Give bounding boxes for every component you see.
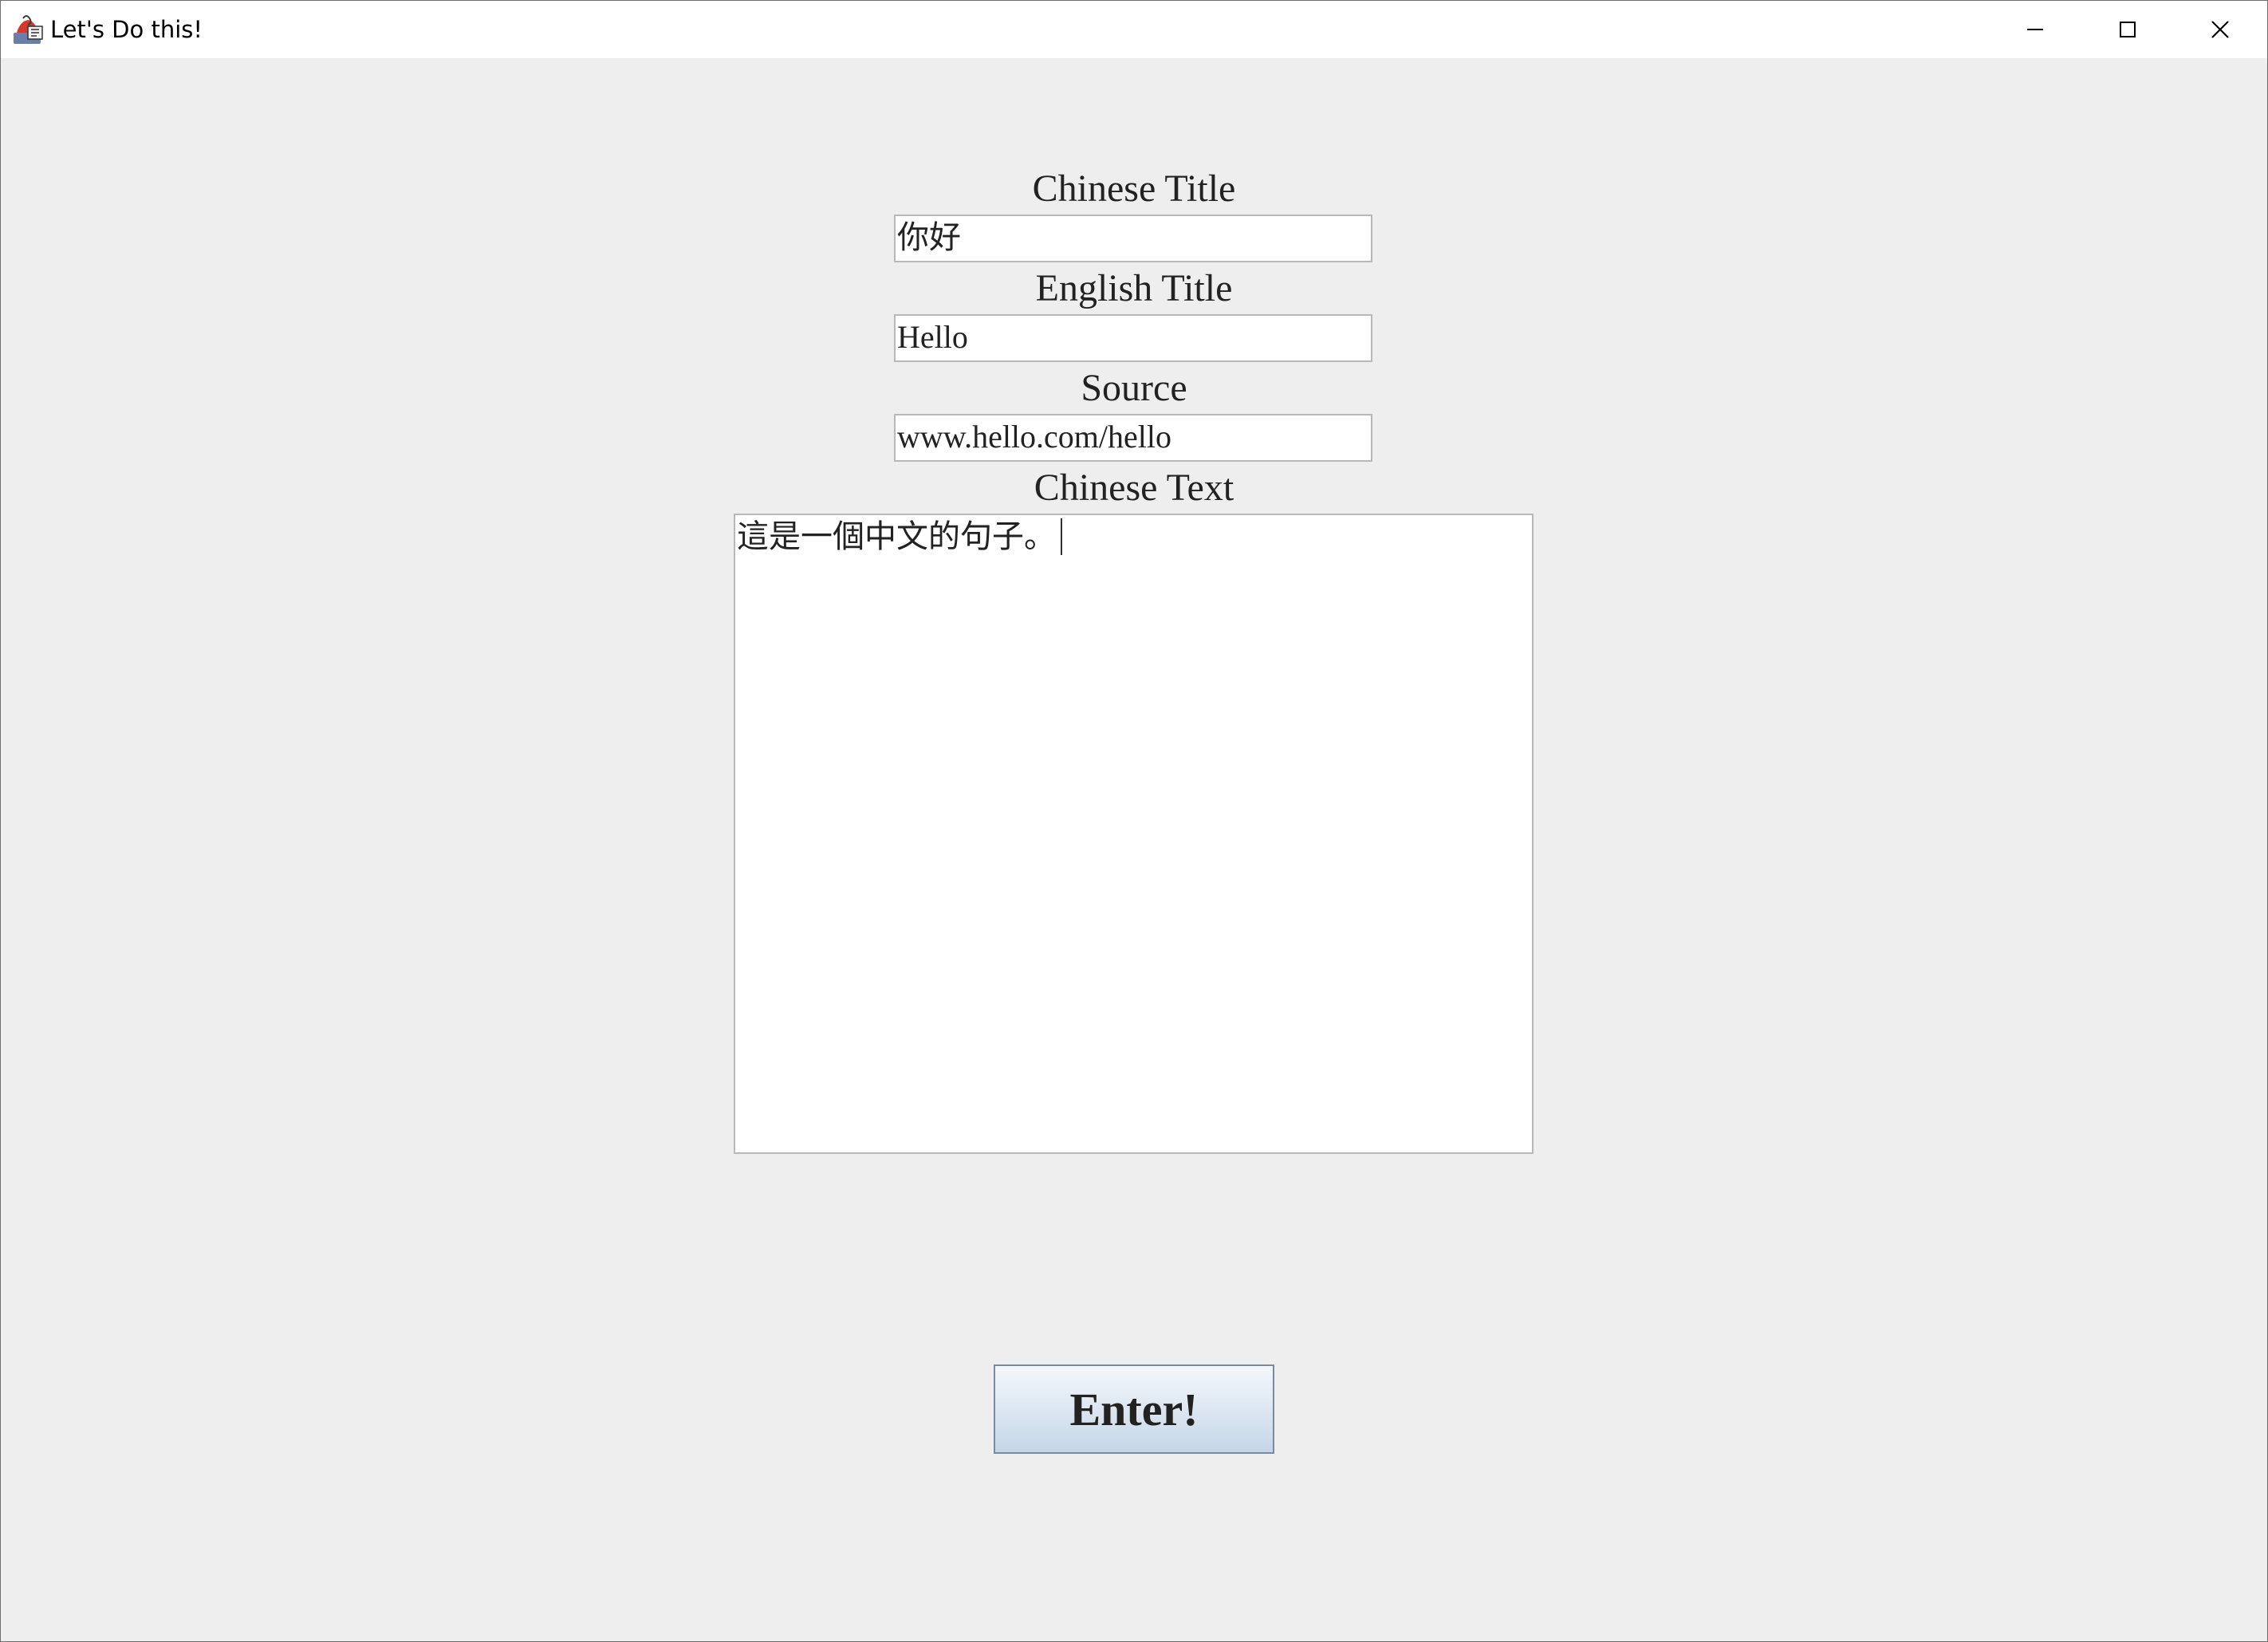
chinese-title-label: Chinese Title xyxy=(1032,167,1236,210)
chinese-text-label: Chinese Text xyxy=(1034,467,1234,509)
maximize-button[interactable] xyxy=(2081,1,2174,58)
close-button[interactable] xyxy=(2174,1,2266,58)
text-caret xyxy=(1061,518,1062,555)
maximize-icon xyxy=(2120,22,2136,37)
title-bar[interactable]: Let's Do this! xyxy=(1,1,2267,58)
java-cup-icon xyxy=(14,15,43,44)
chinese-text-content: 這是一個中文的句子。 xyxy=(737,518,1056,554)
chinese-text-area[interactable]: 這是一個中文的句子。 xyxy=(734,514,1534,1154)
source-label: Source xyxy=(1081,367,1187,409)
window-title: Let's Do this! xyxy=(50,16,203,43)
app-window: Let's Do this! Chinese Title 你好 English … xyxy=(0,0,2268,1642)
english-title-input[interactable]: Hello xyxy=(894,314,1372,362)
close-icon xyxy=(2211,21,2229,38)
minimize-button[interactable] xyxy=(1989,1,2081,58)
enter-button[interactable]: Enter! xyxy=(994,1364,1274,1454)
minimize-icon xyxy=(2027,29,2043,30)
chinese-title-input[interactable]: 你好 xyxy=(894,215,1372,262)
english-title-label: English Title xyxy=(1035,267,1233,309)
source-input[interactable]: www.hello.com/hello xyxy=(894,414,1372,462)
